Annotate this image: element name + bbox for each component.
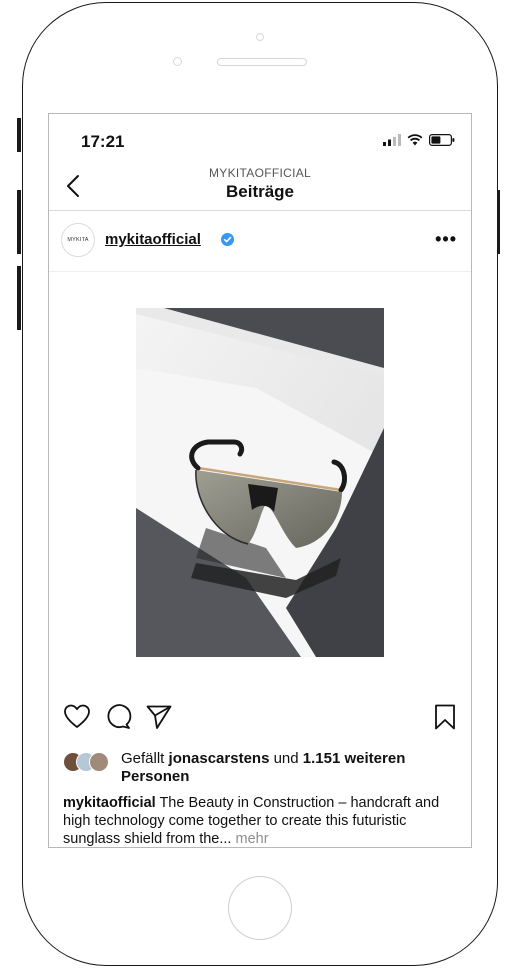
proximity-sensor xyxy=(173,57,182,66)
post-username[interactable]: mykitaofficial xyxy=(105,231,201,248)
page-title: Beiträge xyxy=(225,182,295,201)
more-options-button[interactable]: ••• xyxy=(435,229,457,250)
sunglasses-photo-image xyxy=(136,308,384,657)
likes-text: Gefällt jonascarstens und 1.151 weiteren… xyxy=(121,750,451,786)
post-photo[interactable] xyxy=(136,308,384,657)
phone-mockup: 17:21 MYKITAOFFICIAL Beiträge MYKITA myk… xyxy=(0,0,506,969)
status-icons xyxy=(383,134,455,146)
liker-avatar xyxy=(89,752,109,772)
post-header: MYKITA mykitaofficial ••• xyxy=(49,211,471,272)
earpiece-speaker xyxy=(217,58,307,66)
wifi-icon xyxy=(407,134,423,146)
heart-icon[interactable] xyxy=(63,703,91,731)
liker-avatars xyxy=(63,752,117,774)
nav-subtitle: MYKITAOFFICIAL xyxy=(209,166,311,180)
bookmark-icon[interactable] xyxy=(431,703,459,731)
avatar[interactable]: MYKITA xyxy=(61,223,95,257)
status-time: 17:21 xyxy=(81,132,125,151)
signal-icon xyxy=(383,134,401,146)
volume-up-button xyxy=(17,190,21,254)
verified-badge-icon xyxy=(221,233,234,246)
post-actions xyxy=(49,697,471,737)
post-caption: mykitaofficial The Beauty in Constructio… xyxy=(63,794,463,847)
navigation-bar: MYKITAOFFICIAL Beiträge xyxy=(49,158,471,211)
home-button[interactable] xyxy=(228,876,292,940)
status-bar: 17:21 xyxy=(49,114,471,158)
caption-more-link[interactable]: mehr xyxy=(235,831,268,847)
screen: 17:21 MYKITAOFFICIAL Beiträge MYKITA myk… xyxy=(48,113,472,848)
comment-bubble-icon[interactable] xyxy=(104,703,132,731)
likes-prefix: Gefällt xyxy=(121,750,169,767)
liker-username[interactable]: jonascarstens xyxy=(169,750,270,767)
battery-icon xyxy=(429,134,455,146)
caption-username[interactable]: mykitaofficial xyxy=(63,795,156,811)
likes-middle: und xyxy=(269,750,303,767)
mute-switch xyxy=(17,118,21,152)
volume-down-button xyxy=(17,266,21,330)
avatar-logo-text: MYKITA xyxy=(67,237,89,243)
front-camera xyxy=(256,33,264,41)
paper-plane-icon[interactable] xyxy=(145,703,173,731)
